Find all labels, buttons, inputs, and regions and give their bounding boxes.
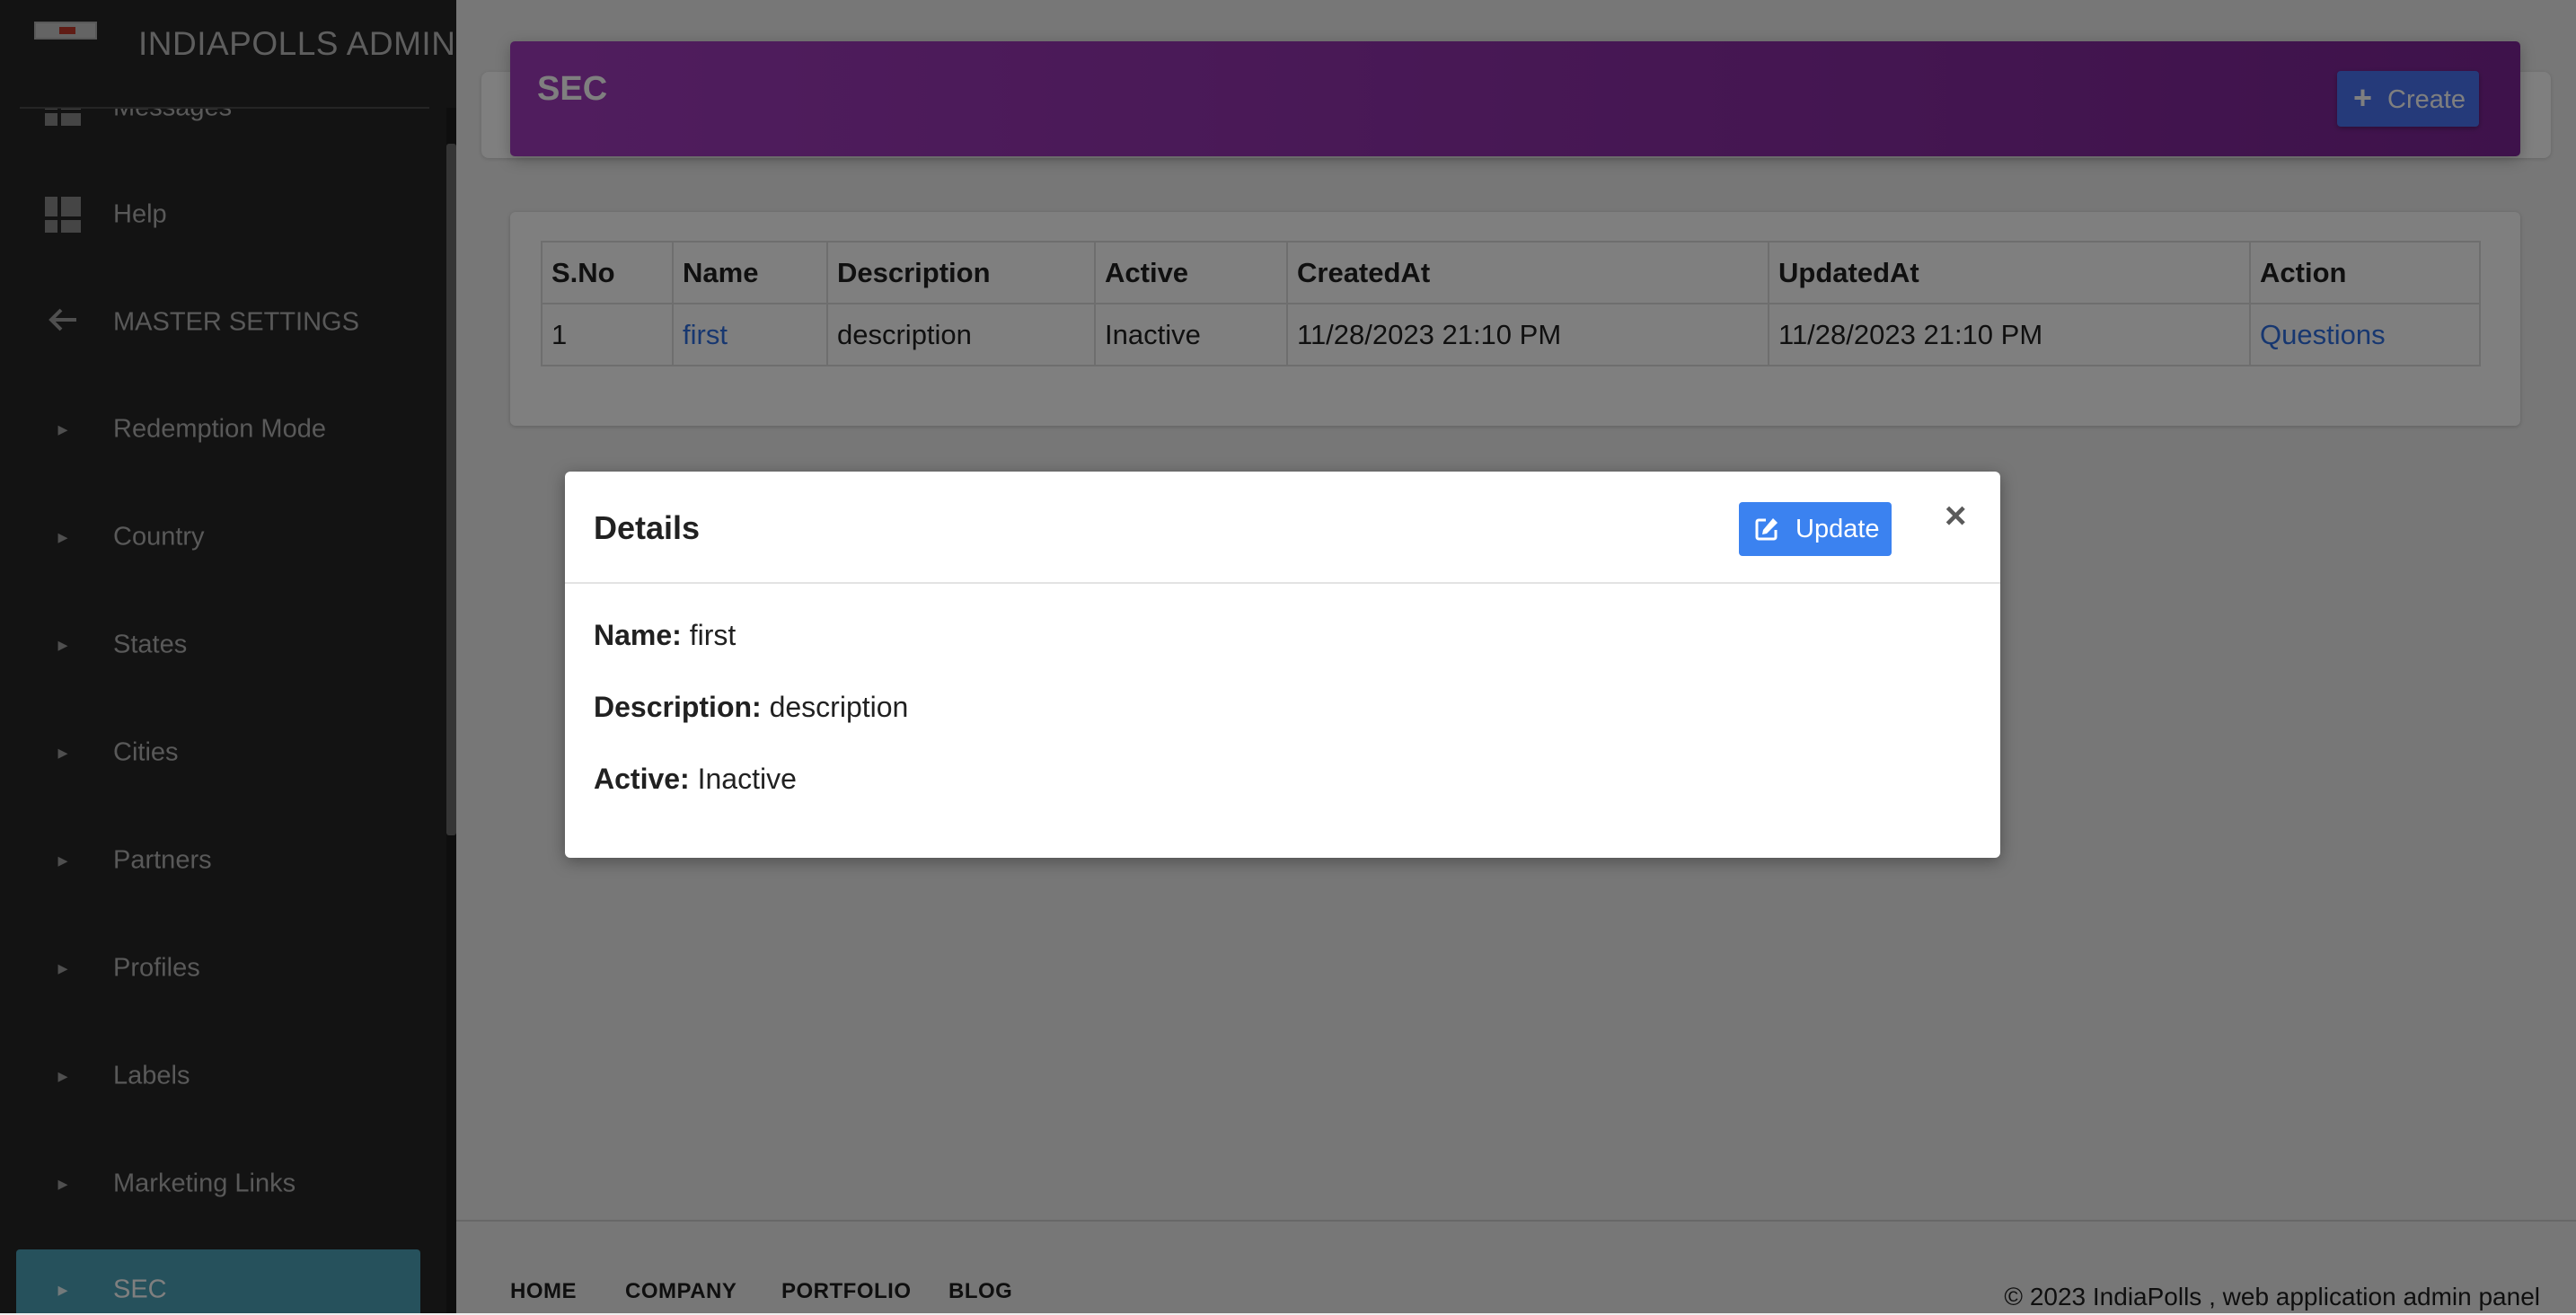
detail-label: Description: bbox=[594, 691, 762, 723]
edit-icon bbox=[1753, 516, 1780, 543]
detail-value: Inactive bbox=[697, 763, 797, 795]
detail-label: Active: bbox=[594, 763, 690, 795]
close-icon[interactable]: × bbox=[1945, 497, 1967, 534]
update-button-label: Update bbox=[1795, 515, 1880, 543]
detail-value: first bbox=[689, 619, 737, 651]
detail-description: Description: description bbox=[594, 691, 908, 724]
update-button[interactable]: Update bbox=[1739, 502, 1892, 556]
detail-value: description bbox=[769, 691, 909, 723]
detail-active: Active: Inactive bbox=[594, 763, 797, 796]
modal-divider bbox=[565, 582, 2000, 584]
detail-label: Name: bbox=[594, 619, 682, 651]
details-modal: Details Update × Name: first Description… bbox=[565, 472, 2000, 858]
detail-name: Name: first bbox=[594, 619, 736, 652]
modal-title: Details bbox=[594, 509, 701, 546]
